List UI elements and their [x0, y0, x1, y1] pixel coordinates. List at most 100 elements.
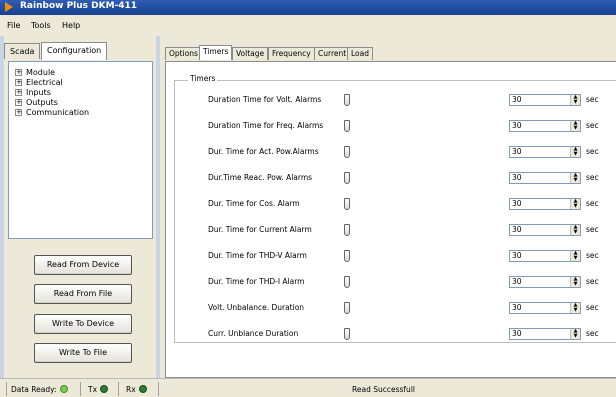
spin-down-icon[interactable]: ▼ [571, 256, 580, 261]
tree-item-inputs[interactable]: + Inputs [15, 87, 51, 97]
tree-item-outputs[interactable]: + Outputs [15, 97, 58, 107]
tab-load[interactable]: Load [347, 47, 373, 60]
spin-buttons[interactable]: ▲ ▼ [570, 147, 580, 157]
slider-thumb[interactable] [344, 276, 350, 288]
spin-down-icon[interactable]: ▼ [571, 178, 580, 183]
menu-file[interactable]: File [7, 21, 20, 30]
data-ready-label: Data Ready: [11, 385, 57, 394]
spin-buttons[interactable]: ▲ ▼ [570, 199, 580, 209]
tab-scada[interactable]: Scada [4, 43, 41, 59]
tree-item-module[interactable]: + Module [15, 67, 55, 77]
spin-down-icon[interactable]: ▼ [571, 230, 580, 235]
timer-value-field[interactable]: 30 ▲ ▼ [509, 276, 581, 288]
timer-value-field[interactable]: 30 ▲ ▼ [509, 146, 581, 158]
timer-slider[interactable] [326, 198, 496, 210]
spin-buttons[interactable]: ▲ ▼ [570, 329, 580, 339]
status-bar: Data Ready: Tx Rx Read Successfull [0, 378, 616, 397]
timer-label: Dur. Time for Act. Pow.Alarms [208, 147, 319, 156]
menu-help[interactable]: Help [62, 21, 80, 30]
slider-track [326, 177, 496, 178]
slider-thumb[interactable] [344, 224, 350, 236]
timer-value-field[interactable]: 30 ▲ ▼ [509, 250, 581, 262]
timer-value-field[interactable]: 30 ▲ ▼ [509, 198, 581, 210]
timer-value-field[interactable]: 30 ▲ ▼ [509, 94, 581, 106]
timer-value: 30 [512, 303, 522, 312]
timer-unit: sec [586, 121, 599, 130]
timer-value-field[interactable]: 30 ▲ ▼ [509, 120, 581, 132]
timer-value-field[interactable]: 30 ▲ ▼ [509, 302, 581, 314]
menu-tools[interactable]: Tools [31, 21, 51, 30]
slider-thumb[interactable] [344, 94, 350, 106]
timer-value-field[interactable]: 30 ▲ ▼ [509, 172, 581, 184]
timer-value-field[interactable]: 30 ▲ ▼ [509, 224, 581, 236]
spin-down-icon[interactable]: ▼ [571, 334, 580, 339]
expand-icon[interactable]: + [15, 98, 22, 106]
spin-down-icon[interactable]: ▼ [571, 282, 580, 287]
tab-frequency[interactable]: Frequency [268, 47, 315, 60]
slider-track [326, 255, 496, 256]
timer-slider[interactable] [326, 120, 496, 132]
tab-options[interactable]: Options [165, 47, 202, 60]
slider-thumb[interactable] [344, 250, 350, 262]
rx-status: Rx [126, 385, 147, 394]
write-to-device-button[interactable]: Write To Device [34, 314, 132, 334]
spin-buttons[interactable]: ▲ ▼ [570, 251, 580, 261]
spin-down-icon[interactable]: ▼ [571, 100, 580, 105]
timer-label: Duration Time for Freq. Alarms [208, 121, 324, 130]
status-separator [6, 382, 7, 396]
tree-item-communication[interactable]: + Communication [15, 107, 89, 117]
timer-slider[interactable] [326, 276, 496, 288]
slider-thumb[interactable] [344, 120, 350, 132]
spin-buttons[interactable]: ▲ ▼ [570, 277, 580, 287]
spin-down-icon[interactable]: ▼ [571, 126, 580, 131]
slider-track [326, 333, 496, 334]
timer-label: Volt. Unbalance. Duration [208, 303, 305, 312]
expand-icon[interactable]: + [15, 78, 22, 86]
tab-voltage[interactable]: Voltage [232, 47, 269, 60]
spin-buttons[interactable]: ▲ ▼ [570, 303, 580, 313]
slider-thumb[interactable] [344, 172, 350, 184]
slider-thumb[interactable] [344, 328, 350, 340]
read-from-device-button[interactable]: Read From Device [34, 255, 132, 275]
read-from-file-button[interactable]: Read From File [34, 284, 132, 304]
slider-track [326, 125, 496, 126]
tab-current[interactable]: Current [314, 47, 351, 60]
slider-thumb[interactable] [344, 146, 350, 158]
timer-slider[interactable] [326, 94, 496, 106]
timer-slider[interactable] [326, 224, 496, 236]
slider-thumb[interactable] [344, 198, 350, 210]
timer-slider[interactable] [326, 302, 496, 314]
spin-down-icon[interactable]: ▼ [571, 204, 580, 209]
spin-down-icon[interactable]: ▼ [571, 308, 580, 313]
timer-slider[interactable] [326, 250, 496, 262]
slider-track [326, 281, 496, 282]
spin-down-icon[interactable]: ▼ [571, 152, 580, 157]
slider-track [326, 151, 496, 152]
slider-thumb[interactable] [344, 302, 350, 314]
tree-item-label: Inputs [26, 87, 51, 97]
write-to-file-button[interactable]: Write To File [34, 343, 132, 363]
timer-value: 30 [512, 277, 522, 286]
timer-value-field[interactable]: 30 ▲ ▼ [509, 328, 581, 340]
expand-icon[interactable]: + [15, 88, 22, 96]
tree-item-label: Communication [26, 107, 90, 117]
slider-track [326, 307, 496, 308]
spin-buttons[interactable]: ▲ ▼ [570, 121, 580, 131]
timer-slider[interactable] [326, 172, 496, 184]
timer-slider[interactable] [326, 328, 496, 340]
window-title: Rainbow Plus DKM-411 [20, 1, 138, 11]
menu-bar: File Tools Help [0, 15, 616, 36]
timer-unit: sec [586, 147, 599, 156]
timer-value: 30 [512, 225, 522, 234]
expand-icon[interactable]: + [15, 68, 22, 76]
expand-icon[interactable]: + [15, 108, 22, 116]
spin-buttons[interactable]: ▲ ▼ [570, 173, 580, 183]
spin-buttons[interactable]: ▲ ▼ [570, 225, 580, 235]
spin-buttons[interactable]: ▲ ▼ [570, 95, 580, 105]
timer-slider[interactable] [326, 146, 496, 158]
tab-configuration[interactable]: Configuration [41, 42, 108, 60]
tab-timers[interactable]: Timers [199, 45, 233, 60]
timer-value: 30 [512, 329, 522, 338]
tree-item-electrical[interactable]: + Electrical [15, 77, 63, 87]
timer-label: Curr. Unblance Duration [208, 329, 299, 338]
